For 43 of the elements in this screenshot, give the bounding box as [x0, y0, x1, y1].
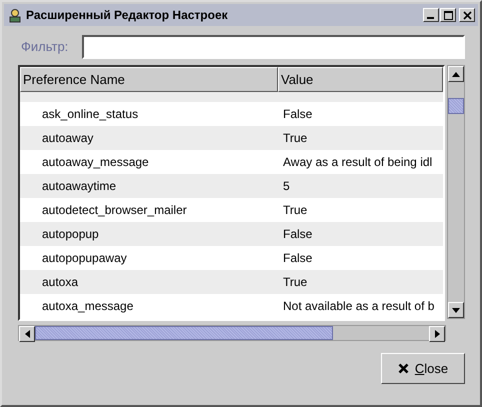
- filter-field[interactable]: [82, 35, 465, 59]
- window-title: Расширенный Редактор Настроек: [26, 7, 229, 24]
- left-arrow-icon: [24, 330, 30, 338]
- table-cell-text: True: [282, 274, 308, 291]
- table-cell-text: 5: [282, 178, 291, 195]
- horizontal-scrollbar[interactable]: [18, 325, 446, 341]
- column-header[interactable]: Preference Name: [20, 67, 278, 92]
- table-cell-text: Away as a result of being idl: [282, 154, 434, 171]
- close-icon: [462, 10, 472, 20]
- scroll-right-button[interactable]: [429, 326, 445, 342]
- maximize-button[interactable]: [440, 8, 456, 22]
- minimize-button[interactable]: [423, 8, 439, 22]
- scroll-down-button[interactable]: [448, 302, 464, 318]
- scrollbar-thumb[interactable]: [448, 98, 464, 114]
- table-cell-text: autoaway_message: [41, 154, 150, 171]
- table-cell-text: ask_online_status: [41, 106, 140, 123]
- maximize-icon: [444, 10, 452, 20]
- filter-label: Фильтр:: [21, 38, 68, 56]
- table-cell-text: autoxa_message: [41, 298, 134, 315]
- user-icon: [8, 8, 22, 22]
- scrollbar-thumb[interactable]: [35, 326, 333, 340]
- down-arrow-icon: [452, 308, 460, 312]
- table-cell-text: autodetect_browser_mailer: [41, 202, 188, 219]
- column-header[interactable]: Value: [278, 67, 443, 92]
- table-cell-text: False: [282, 106, 314, 123]
- close-button[interactable]: [459, 8, 475, 22]
- scroll-up-button[interactable]: [448, 66, 464, 82]
- vertical-scrollbar[interactable]: [447, 65, 465, 319]
- table-cell-text: False: [282, 250, 314, 267]
- table-cell-text: False: [282, 226, 314, 243]
- table-cell-text: autoxa: [41, 274, 80, 291]
- up-arrow-icon: [452, 72, 460, 76]
- scroll-left-button[interactable]: [19, 326, 35, 342]
- table-cell-text: True: [282, 130, 308, 147]
- right-arrow-icon: [434, 330, 440, 338]
- table-cell-text: Not available as a result of b: [282, 298, 436, 315]
- table-cell-text: autoawaytime: [41, 178, 118, 195]
- table-cell-text: autoaway: [41, 130, 94, 147]
- table-cell-text: autopopup: [41, 226, 100, 243]
- close-button[interactable]: Close: [381, 353, 465, 384]
- table-cell-text: True: [282, 202, 308, 219]
- table-cell-text: autopopupaway: [41, 250, 128, 267]
- x-icon: [398, 363, 409, 374]
